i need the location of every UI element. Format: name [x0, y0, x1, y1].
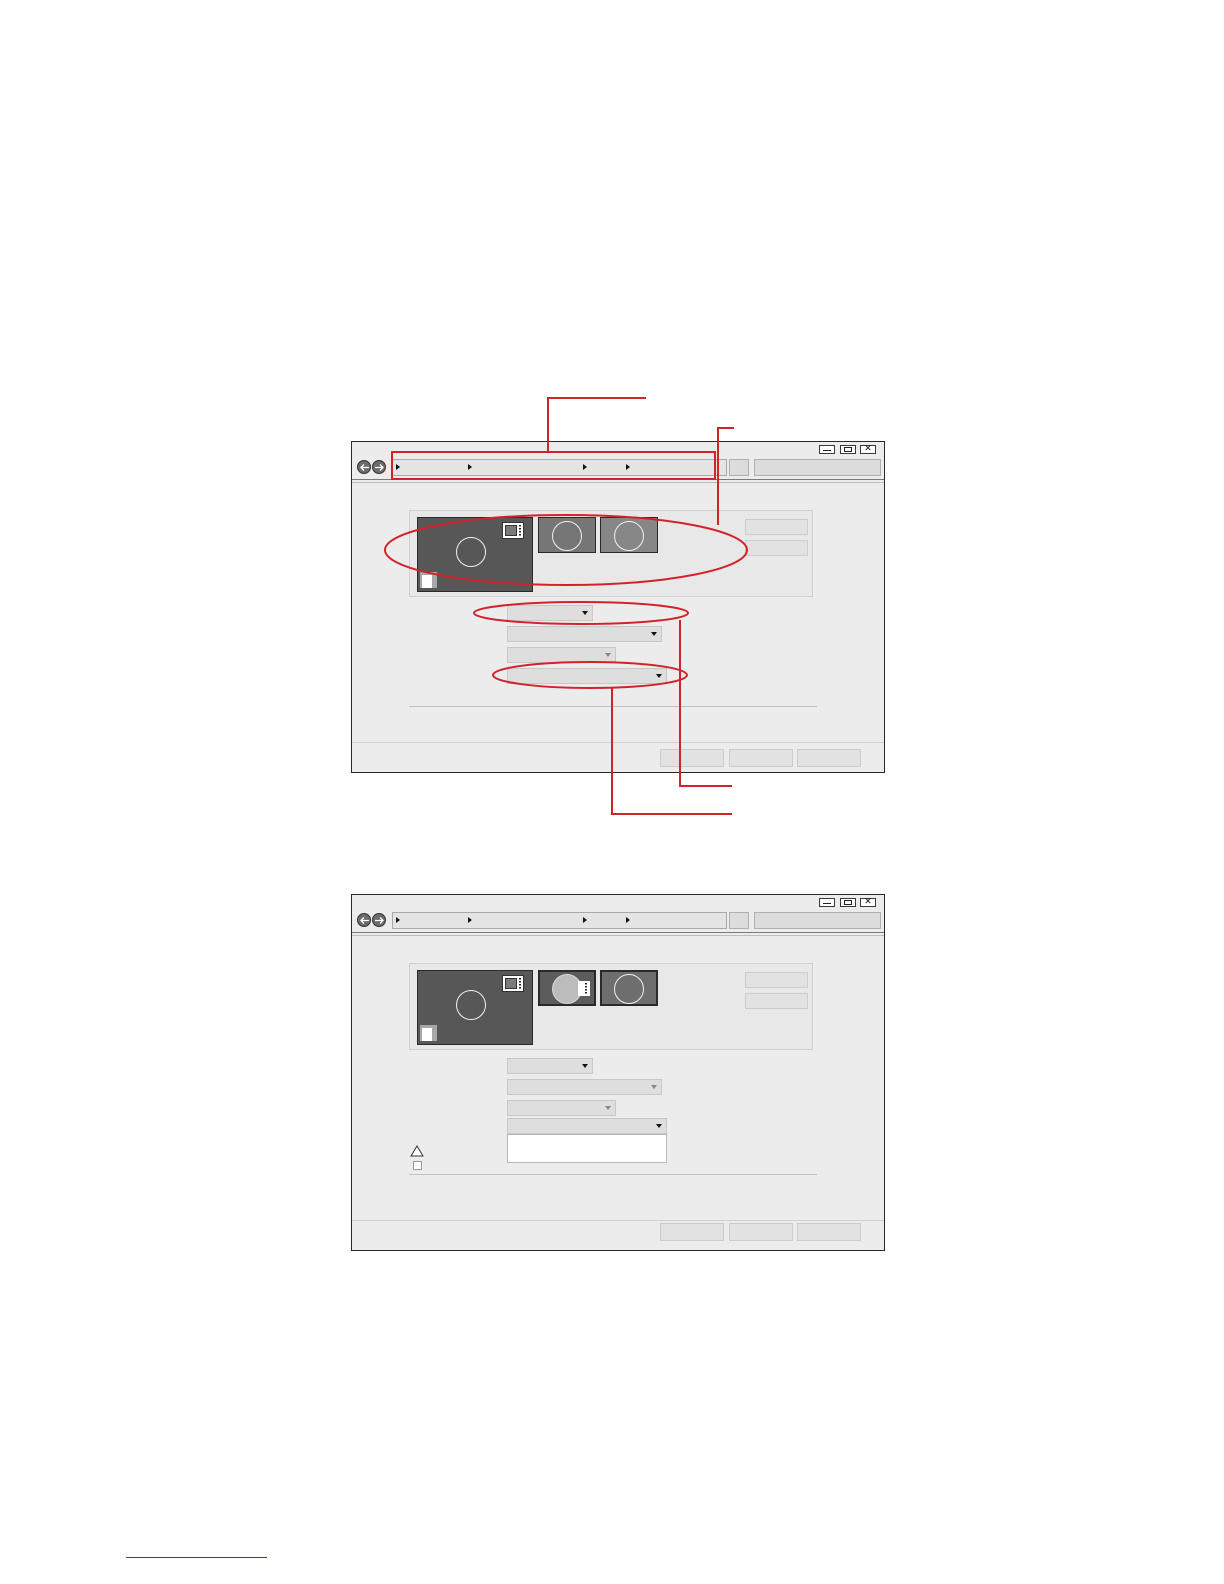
dropdown-orientation[interactable]	[507, 647, 616, 663]
toolbar-divider	[352, 479, 884, 480]
footer-divider	[352, 1220, 884, 1221]
identify-button[interactable]	[745, 540, 808, 556]
chevron-down-icon	[651, 1085, 657, 1089]
toolbar-divider-shadow	[352, 482, 884, 483]
breadcrumb-separator-icon[interactable]	[468, 464, 472, 470]
monitor-ring-icon	[552, 521, 582, 551]
arrow-right-icon[interactable]	[372, 913, 386, 927]
toolbar-divider-shadow	[352, 935, 884, 936]
warning-triangle-icon	[410, 1145, 424, 1157]
arrow-right-icon[interactable]	[372, 460, 386, 474]
search-input[interactable]	[754, 459, 881, 476]
breadcrumb-separator-icon[interactable]	[626, 917, 630, 923]
minimize-icon[interactable]	[819, 898, 835, 907]
dropdown-orientation[interactable]	[507, 1100, 616, 1116]
chevron-down-icon	[605, 1106, 611, 1110]
monitor-2-tile-selected[interactable]	[538, 970, 596, 1006]
title-bar	[352, 442, 884, 456]
footer-link-underline[interactable]	[126, 1557, 267, 1558]
monitor-ring-icon	[614, 974, 644, 1004]
monitor-1-tile[interactable]	[417, 517, 533, 592]
title-bar	[352, 895, 884, 909]
apply-button[interactable]	[797, 1223, 861, 1241]
dropdown-resolution[interactable]	[507, 626, 662, 642]
display-settings-window-top	[351, 441, 885, 773]
chevron-down-icon	[651, 632, 657, 636]
arrow-left-icon[interactable]	[357, 460, 371, 474]
monitor-identify-icon	[502, 522, 524, 539]
monitor-3-tile[interactable]	[600, 970, 658, 1006]
chevron-down-icon	[582, 1064, 588, 1068]
refresh-button[interactable]	[729, 912, 749, 929]
display-settings-window-bottom	[351, 894, 885, 1251]
dropdown-multiple-displays[interactable]	[507, 668, 667, 684]
document-icon	[420, 572, 437, 588]
monitor-1-tile[interactable]	[417, 970, 533, 1045]
monitor-3-tile[interactable]	[600, 517, 658, 553]
monitor-ring-icon	[456, 990, 486, 1020]
dropdown-options-list[interactable]	[507, 1134, 667, 1163]
monitor-identify-icon	[578, 981, 590, 996]
search-input[interactable]	[754, 912, 881, 929]
apply-button[interactable]	[797, 749, 861, 767]
breadcrumb-separator-icon[interactable]	[468, 917, 472, 923]
identify-button[interactable]	[745, 993, 808, 1009]
breadcrumb-separator-icon[interactable]	[396, 917, 400, 923]
breadcrumb-separator-icon[interactable]	[583, 464, 587, 470]
section-separator	[409, 1174, 817, 1175]
breadcrumb-separator-icon[interactable]	[396, 464, 400, 470]
display-arrangement-panel	[409, 510, 813, 597]
minimize-icon[interactable]	[819, 445, 835, 454]
monitor-ring-icon	[614, 521, 644, 551]
detect-button[interactable]	[745, 519, 808, 535]
breadcrumb-separator-icon[interactable]	[626, 464, 630, 470]
refresh-button[interactable]	[729, 459, 749, 476]
ok-button[interactable]	[660, 1223, 724, 1241]
close-icon[interactable]	[860, 896, 876, 907]
dropdown-resolution[interactable]	[507, 1079, 662, 1095]
callout-annotations	[384, 397, 748, 815]
maximize-icon[interactable]	[840, 445, 856, 454]
chevron-down-icon	[582, 611, 588, 615]
monitor-ring-icon	[456, 537, 486, 567]
close-icon[interactable]	[860, 443, 876, 454]
maximize-icon[interactable]	[840, 898, 856, 907]
detect-button[interactable]	[745, 972, 808, 988]
cancel-button[interactable]	[729, 749, 793, 767]
arrow-left-icon[interactable]	[357, 913, 371, 927]
chevron-down-icon	[656, 674, 662, 678]
dropdown-display[interactable]	[507, 605, 593, 621]
address-breadcrumb-bar[interactable]	[392, 912, 727, 929]
section-separator	[409, 706, 817, 707]
display-arrangement-panel	[409, 963, 813, 1050]
address-breadcrumb-bar[interactable]	[392, 459, 727, 476]
ok-button[interactable]	[660, 749, 724, 767]
document-icon	[420, 1025, 437, 1041]
checkbox-icon[interactable]	[413, 1161, 422, 1170]
monitor-identify-icon	[502, 975, 524, 992]
chevron-down-icon	[656, 1124, 662, 1128]
footer-divider	[352, 742, 884, 743]
chevron-down-icon	[605, 653, 611, 657]
monitor-2-tile[interactable]	[538, 517, 596, 553]
toolbar-divider	[352, 932, 884, 933]
dropdown-multiple-displays[interactable]	[507, 1118, 667, 1134]
breadcrumb-separator-icon[interactable]	[583, 917, 587, 923]
cancel-button[interactable]	[729, 1223, 793, 1241]
dropdown-display[interactable]	[507, 1058, 593, 1074]
